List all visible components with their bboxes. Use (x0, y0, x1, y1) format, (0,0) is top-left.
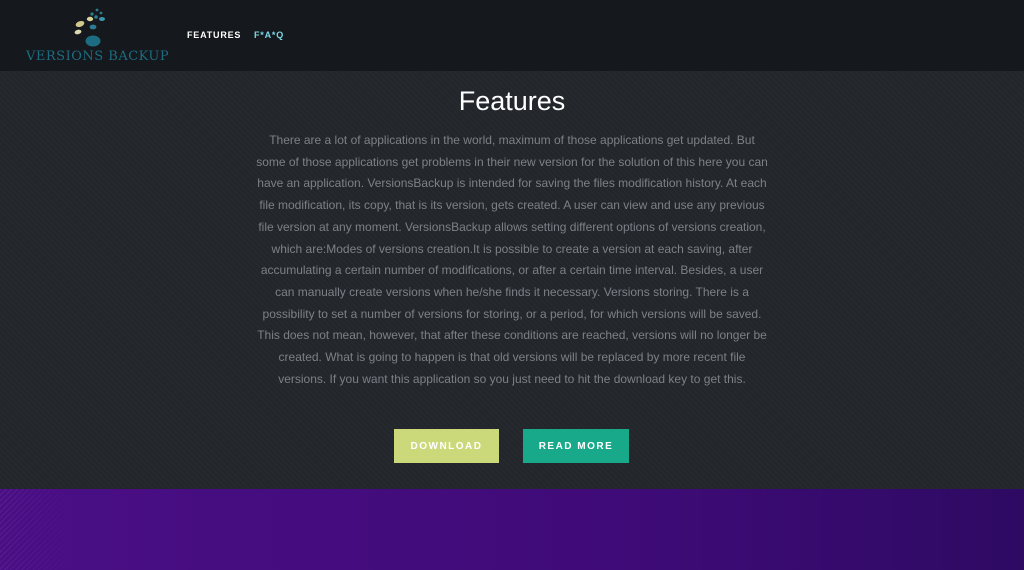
nav-link-features[interactable]: FEATURES (187, 30, 241, 40)
read-more-button[interactable]: READ MORE (523, 429, 629, 463)
features-description: There are a lot of applications in the w… (256, 133, 768, 386)
footer-band (0, 489, 1024, 570)
page-title: Features (458, 86, 566, 116)
download-button[interactable]: DOWNLOAD (394, 429, 499, 463)
nav-link-faq[interactable]: F*A*Q (254, 30, 284, 40)
footer-pattern (0, 489, 80, 570)
logo[interactable]: VERSIONS BACKUP (26, 6, 170, 66)
logo-dots-icon (74, 8, 105, 47)
logo-text: VERSIONS BACKUP (26, 49, 170, 64)
navbar: VERSIONS BACKUP FEATURES F*A*Q (0, 0, 1024, 71)
